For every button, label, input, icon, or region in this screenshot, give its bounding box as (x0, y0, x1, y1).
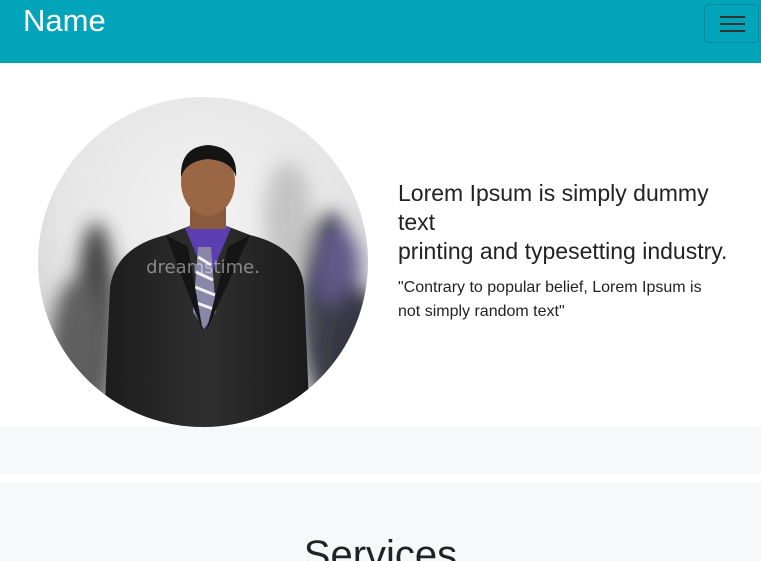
services-section: Services (0, 483, 761, 561)
hero-quote: "Contrary to popular belief, Lorem Ipsum… (398, 279, 702, 320)
profile-photo-image: dreamstime. (38, 97, 368, 427)
hero-headline: Lorem Ipsum is simply dummy text printin… (398, 179, 738, 266)
hamburger-menu-icon (720, 16, 745, 18)
hero-headline-line1: Lorem Ipsum is simply dummy text (398, 180, 709, 235)
section-band (0, 427, 761, 474)
svg-text:dreamstime.: dreamstime. (146, 257, 260, 278)
services-title: Services (303, 533, 458, 561)
brand-name[interactable]: Name (23, 3, 106, 39)
hero-text: Lorem Ipsum is simply dummy text printin… (398, 179, 738, 324)
section-divider (0, 474, 761, 483)
hamburger-menu-icon-bar (720, 30, 745, 32)
hamburger-menu-icon-bar (720, 23, 745, 25)
hero-section: dreamstime. Lorem Ipsum is simply dummy … (0, 63, 761, 427)
menu-toggle-button[interactable] (704, 4, 759, 43)
navbar: Name (0, 0, 761, 63)
hero-headline-line2: printing and typesetting industry. (398, 238, 728, 264)
profile-photo: dreamstime. (38, 97, 368, 427)
